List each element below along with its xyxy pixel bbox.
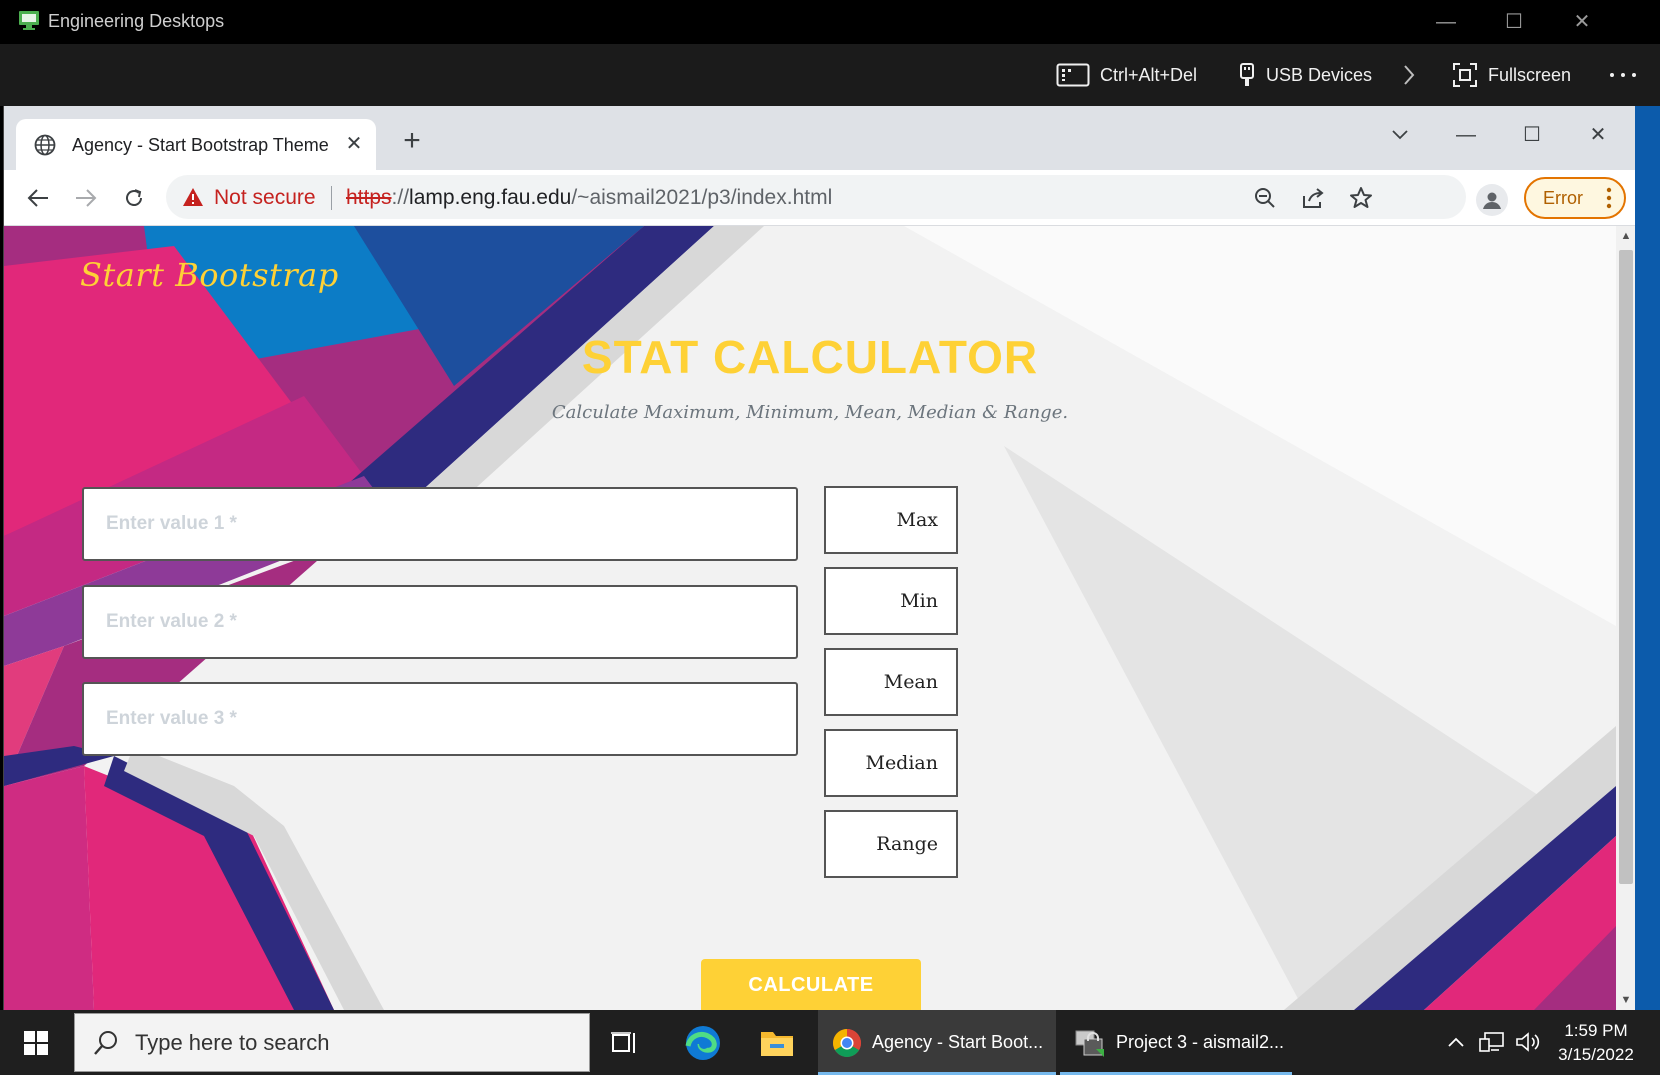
taskbar-search-placeholder: Type here to search — [135, 1030, 330, 1055]
mean-output: Mean — [824, 648, 958, 716]
chrome-icon — [833, 1028, 861, 1057]
taskbar-search-box[interactable]: Type here to search — [74, 1013, 590, 1072]
not-secure-label[interactable]: Not secure — [214, 186, 316, 210]
kebab-menu-icon — [1606, 187, 1612, 209]
ctrl-alt-del-label: Ctrl+Alt+Del — [1100, 64, 1198, 85]
more-options-button[interactable] — [1608, 60, 1638, 90]
usb-devices-button[interactable]: USB Devices — [1238, 60, 1372, 90]
min-output: Min — [824, 567, 958, 635]
toolbar-more-chevron[interactable] — [1402, 60, 1416, 90]
warning-icon — [183, 188, 203, 206]
globe-icon — [34, 134, 56, 156]
tab-search-chevron-down-icon[interactable] — [1378, 118, 1422, 152]
new-tab-button[interactable]: + — [396, 126, 428, 158]
remote-close-button[interactable]: ✕ — [1562, 8, 1602, 36]
start-button[interactable] — [0, 1010, 72, 1075]
tab-strip: Agency - Start Bootstrap Theme ✕ + — ☐ ✕ — [4, 106, 1636, 170]
back-button[interactable] — [20, 180, 56, 216]
share-icon[interactable] — [1300, 185, 1326, 211]
taskbar-clock[interactable]: 1:59 PM 3/15/2022 — [1540, 1019, 1652, 1067]
remote-window-title: Engineering Desktops — [48, 11, 225, 31]
address-bar[interactable]: Not secure https://lamp.eng.fau.edu/~ais… — [166, 175, 1466, 219]
taskbar-chrome-label: Agency - Start Boot... — [872, 1032, 1044, 1052]
calculate-button[interactable]: CALCULATE — [701, 959, 921, 1010]
page-title: STAT CALCULATOR — [581, 331, 1039, 383]
usb-icon — [1240, 63, 1254, 86]
arrow-left-icon — [27, 189, 48, 207]
error-label: Error — [1543, 188, 1583, 208]
scrollbar-thumb[interactable] — [1619, 250, 1633, 884]
fullscreen-button[interactable]: Fullscreen — [1452, 60, 1571, 90]
windows-logo-icon — [24, 1030, 48, 1055]
remote-desktop-background-strip — [1635, 106, 1660, 1010]
edge-browser-icon[interactable] — [680, 1020, 726, 1066]
fullscreen-icon — [1453, 63, 1477, 87]
reload-button[interactable] — [116, 180, 152, 216]
median-output: Median — [824, 729, 958, 797]
navbar-brand[interactable]: Start Bootstrap — [80, 256, 339, 294]
arrow-right-icon — [76, 189, 97, 207]
url-text[interactable]: https://lamp.eng.fau.edu/~aismail2021/p3… — [346, 186, 832, 210]
remote-desktop-titlebar: Engineering Desktops — ☐ ✕ — [0, 0, 1660, 44]
reload-icon — [126, 189, 142, 206]
remote-desktop-toolbar: Ctrl+Alt+Del USB Devices Fullscreen — [0, 44, 1660, 106]
remote-maximize-button[interactable]: ☐ — [1494, 8, 1534, 36]
scroll-down-arrow-icon[interactable]: ▼ — [1620, 994, 1632, 1006]
remote-minimize-button[interactable]: — — [1426, 8, 1466, 36]
scroll-up-arrow-icon[interactable]: ▲ — [1620, 230, 1632, 242]
taskbar-project-app[interactable]: Project 3 - aismail2... — [1060, 1010, 1292, 1075]
range-output: Range — [824, 810, 958, 878]
tab-title: Agency - Start Bootstrap Theme — [72, 135, 329, 155]
page-viewport: Start Bootstrap STAT CALCULATOR Calculat… — [4, 226, 1616, 1010]
taskbar-chrome-app[interactable]: Agency - Start Boot... — [818, 1010, 1056, 1075]
keyboard-icon — [1056, 63, 1090, 87]
zoom-icon[interactable] — [1252, 185, 1278, 211]
value-2-input[interactable] — [82, 585, 798, 659]
bookmark-star-icon[interactable] — [1348, 185, 1374, 211]
remote-desktop-app-icon — [19, 11, 39, 30]
page-subtitle: Calculate Maximum, Minimum, Mean, Median… — [551, 402, 1069, 423]
fullscreen-label: Fullscreen — [1488, 64, 1572, 85]
clock-date: 3/15/2022 — [1558, 1045, 1634, 1064]
omnibox-separator — [331, 186, 332, 210]
taskbar-project-label: Project 3 - aismail2... — [1116, 1032, 1285, 1052]
url-host: lamp.eng.fau.edu — [409, 186, 572, 209]
task-view-icon[interactable] — [602, 1020, 648, 1066]
more-horizontal-icon — [1610, 73, 1636, 77]
network-icon[interactable] — [1478, 1028, 1506, 1056]
browser-toolbar: Not secure https://lamp.eng.fau.edu/~ais… — [4, 170, 1636, 226]
remote-connection-icon — [1075, 1030, 1104, 1057]
url-separator: :// — [391, 186, 410, 209]
forward-button[interactable] — [68, 180, 104, 216]
chevron-right-icon — [1404, 65, 1415, 85]
show-hidden-icons-chevron-up-icon[interactable] — [1442, 1028, 1470, 1056]
file-explorer-icon[interactable] — [754, 1020, 800, 1066]
browser-close-button[interactable]: ✕ — [1576, 118, 1620, 152]
usb-devices-label: USB Devices — [1266, 64, 1373, 85]
profile-error-button[interactable]: Error — [1524, 177, 1626, 219]
browser-minimize-button[interactable]: — — [1444, 118, 1488, 152]
browser-maximize-button[interactable]: ☐ — [1510, 118, 1554, 152]
profile-avatar-icon[interactable] — [1476, 184, 1508, 216]
value-1-input[interactable] — [82, 487, 798, 561]
url-path: /~aismail2021/p3/index.html — [571, 186, 833, 209]
max-output: Max — [824, 486, 958, 554]
volume-icon[interactable] — [1514, 1028, 1542, 1056]
url-scheme: https — [346, 186, 392, 209]
clock-time: 1:59 PM — [1564, 1021, 1628, 1040]
browser-tab-active[interactable]: Agency - Start Bootstrap Theme ✕ — [16, 119, 376, 170]
search-icon — [94, 1031, 117, 1055]
windows-taskbar: Type here to search Agency - Start Boot.… — [0, 1010, 1660, 1075]
ctrl-alt-del-button[interactable]: Ctrl+Alt+Del — [1056, 60, 1197, 90]
browser-window: Agency - Start Bootstrap Theme ✕ + — ☐ ✕ — [3, 106, 1636, 1010]
tab-close-icon[interactable]: ✕ — [342, 132, 366, 156]
page-scrollbar[interactable]: ▲ ▼ — [1616, 226, 1636, 1010]
value-3-input[interactable] — [82, 682, 798, 756]
